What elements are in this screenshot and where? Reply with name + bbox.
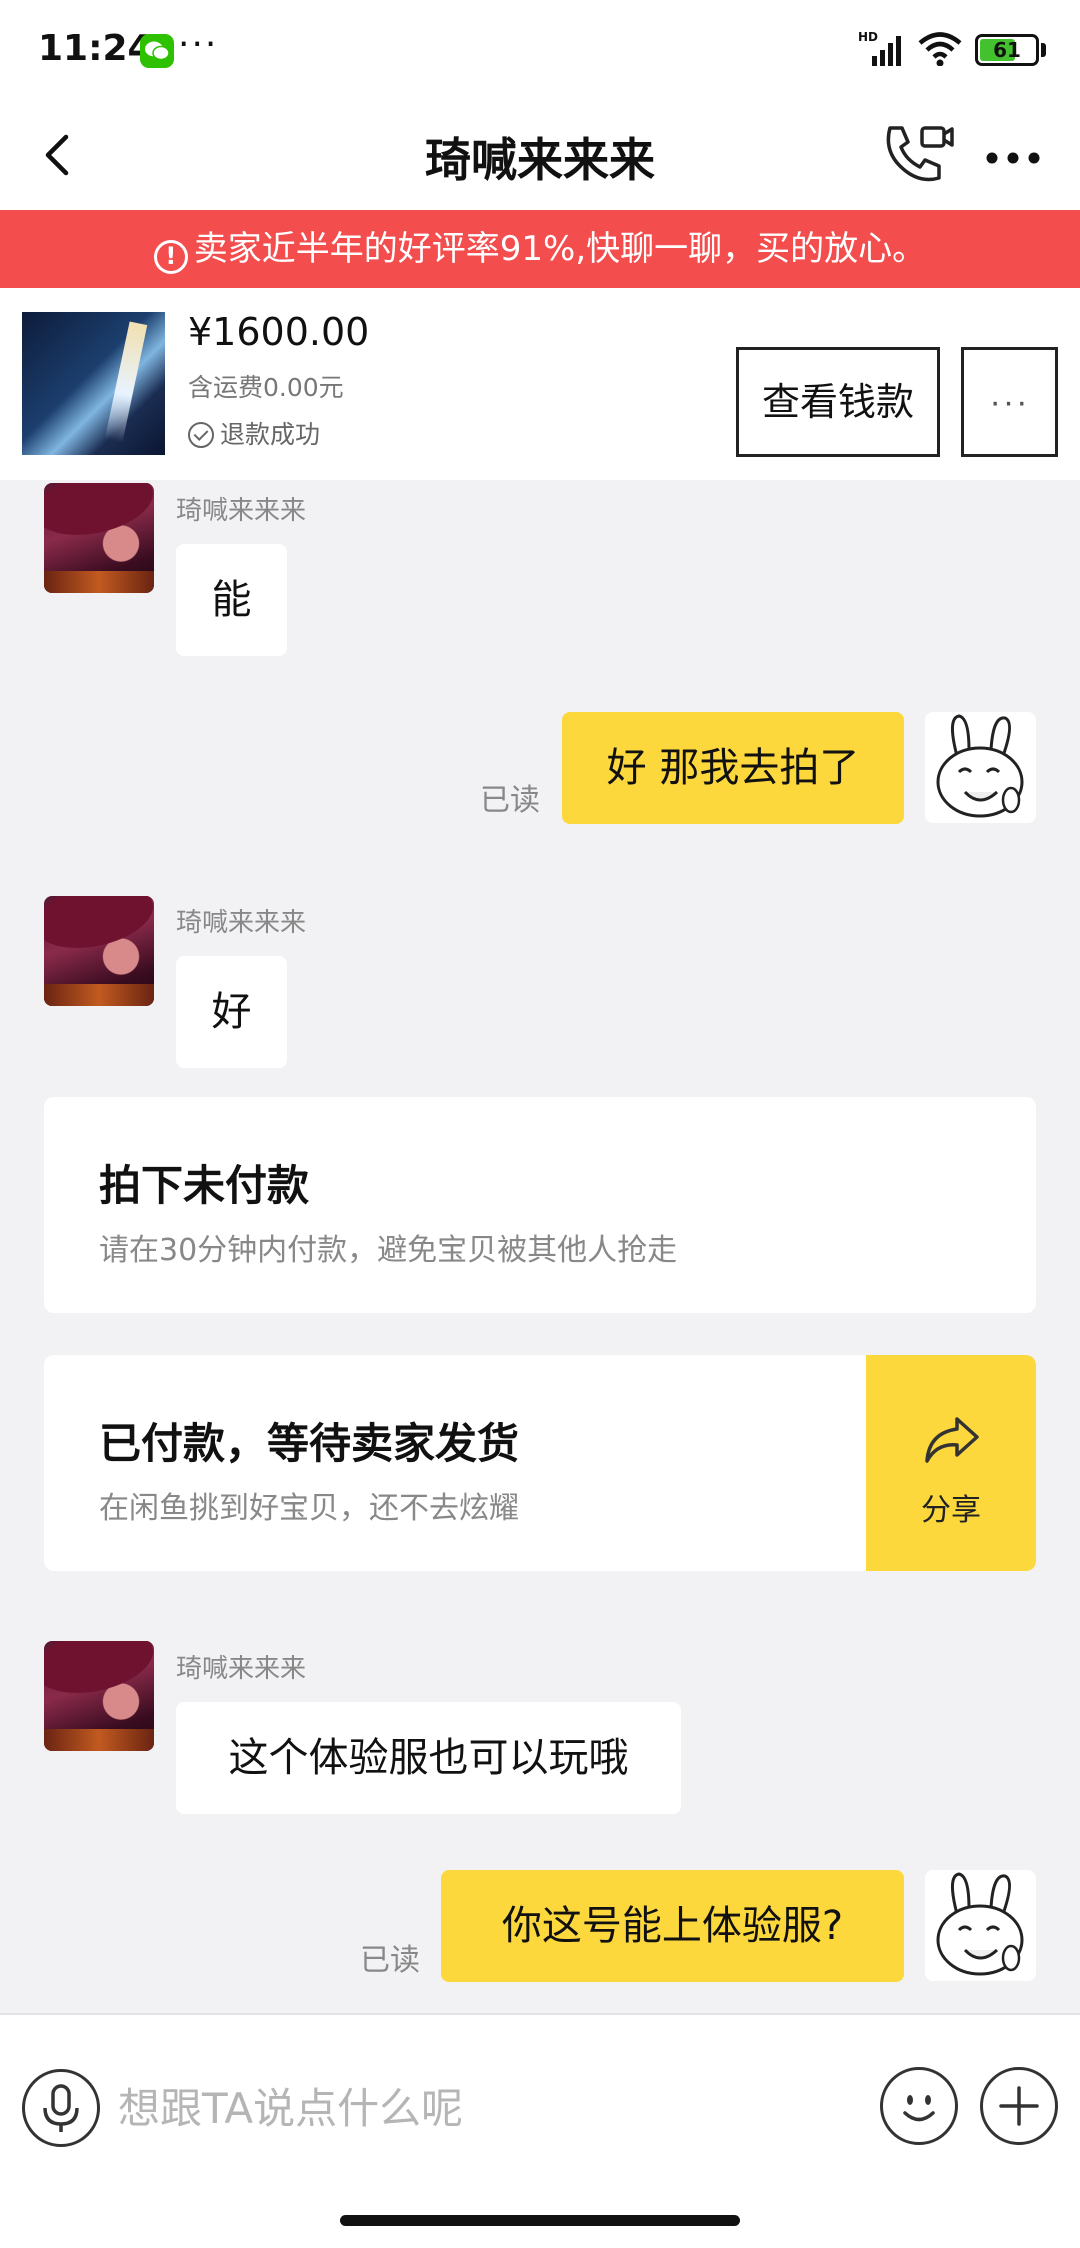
refund-status: 退款成功 xyxy=(188,415,320,451)
banner-text: 卖家近半年的好评率91%,快聊一聊，买的放心。 xyxy=(193,229,927,269)
share-label: 分享 xyxy=(921,1493,981,1528)
wechat-notification-icon xyxy=(140,34,174,68)
signal-icon: HD xyxy=(858,30,904,72)
call-icon[interactable] xyxy=(876,114,956,194)
message-bubble[interactable]: 好 xyxy=(176,956,287,1068)
order-status-subtitle: 请在30分钟内付款，避免宝贝被其他人抢走 xyxy=(99,1233,678,1268)
order-status-card[interactable]: 拍下未付款 请在30分钟内付款，避免宝贝被其他人抢走 xyxy=(44,1097,1036,1313)
seller-avatar[interactable] xyxy=(44,896,154,1006)
view-payment-button[interactable]: 查看钱款 xyxy=(736,347,940,457)
order-status-subtitle: 在闲鱼挑到好宝贝，还不去炫耀 xyxy=(99,1491,519,1526)
product-card: ¥1600.00 含运费0.00元 退款成功 查看钱款 ··· xyxy=(0,288,1080,480)
plus-icon[interactable] xyxy=(980,2067,1058,2145)
chat-header: 琦喊来来来 xyxy=(0,100,1080,210)
alert-icon: ! xyxy=(153,240,188,274)
wifi-icon xyxy=(918,32,962,70)
message-bubble-own[interactable]: 你这号能上体验服? xyxy=(441,1870,904,1982)
order-status-title: 已付款，等待卖家发货 xyxy=(99,1419,520,1468)
my-avatar[interactable] xyxy=(925,712,1036,823)
check-circle-icon xyxy=(188,422,214,448)
seller-avatar[interactable] xyxy=(44,483,154,593)
order-status-card[interactable]: 已付款，等待卖家发货 在闲鱼挑到好宝贝，还不去炫耀 分享 xyxy=(44,1355,1036,1571)
product-price: ¥1600.00 xyxy=(188,310,370,354)
message-bubble[interactable]: 能 xyxy=(176,544,287,656)
my-avatar[interactable] xyxy=(925,1870,1036,1981)
microphone-icon[interactable] xyxy=(22,2069,100,2147)
more-options-icon[interactable] xyxy=(978,126,1048,186)
order-status-title: 拍下未付款 xyxy=(99,1161,310,1210)
message-input-bar xyxy=(0,2013,1080,2203)
status-time: 11:24 xyxy=(38,28,153,69)
message-input[interactable] xyxy=(118,2069,858,2147)
sender-name: 琦喊来来来 xyxy=(176,496,307,526)
network-type-label: HD xyxy=(858,30,878,44)
seller-rating-banner[interactable]: ! 卖家近半年的好评率91%,快聊一聊，买的放心。 xyxy=(0,210,1080,288)
product-shipping: 含运费0.00元 xyxy=(188,373,344,402)
status-bar: 11:24 ··· HD 61 xyxy=(0,0,1080,100)
read-receipt: 已读 xyxy=(480,783,540,818)
seller-avatar[interactable] xyxy=(44,1641,154,1751)
product-thumbnail[interactable] xyxy=(22,312,165,455)
refund-status-label: 退款成功 xyxy=(220,420,321,449)
share-icon xyxy=(923,1415,981,1469)
sender-name: 琦喊来来来 xyxy=(176,1654,307,1684)
message-bubble[interactable]: 这个体验服也可以玩哦 xyxy=(176,1702,681,1814)
battery-level: 61 xyxy=(993,38,1021,62)
home-indicator[interactable] xyxy=(340,2215,740,2226)
read-receipt: 已读 xyxy=(360,1943,420,1978)
battery-icon: 61 xyxy=(975,34,1039,66)
product-more-button[interactable]: ··· xyxy=(961,347,1058,457)
message-bubble-own[interactable]: 好 那我去拍了 xyxy=(562,712,904,824)
status-more-notifications: ··· xyxy=(178,24,219,65)
share-button[interactable]: 分享 xyxy=(866,1355,1036,1571)
sender-name: 琦喊来来来 xyxy=(176,908,307,938)
emoji-icon[interactable] xyxy=(880,2067,958,2145)
